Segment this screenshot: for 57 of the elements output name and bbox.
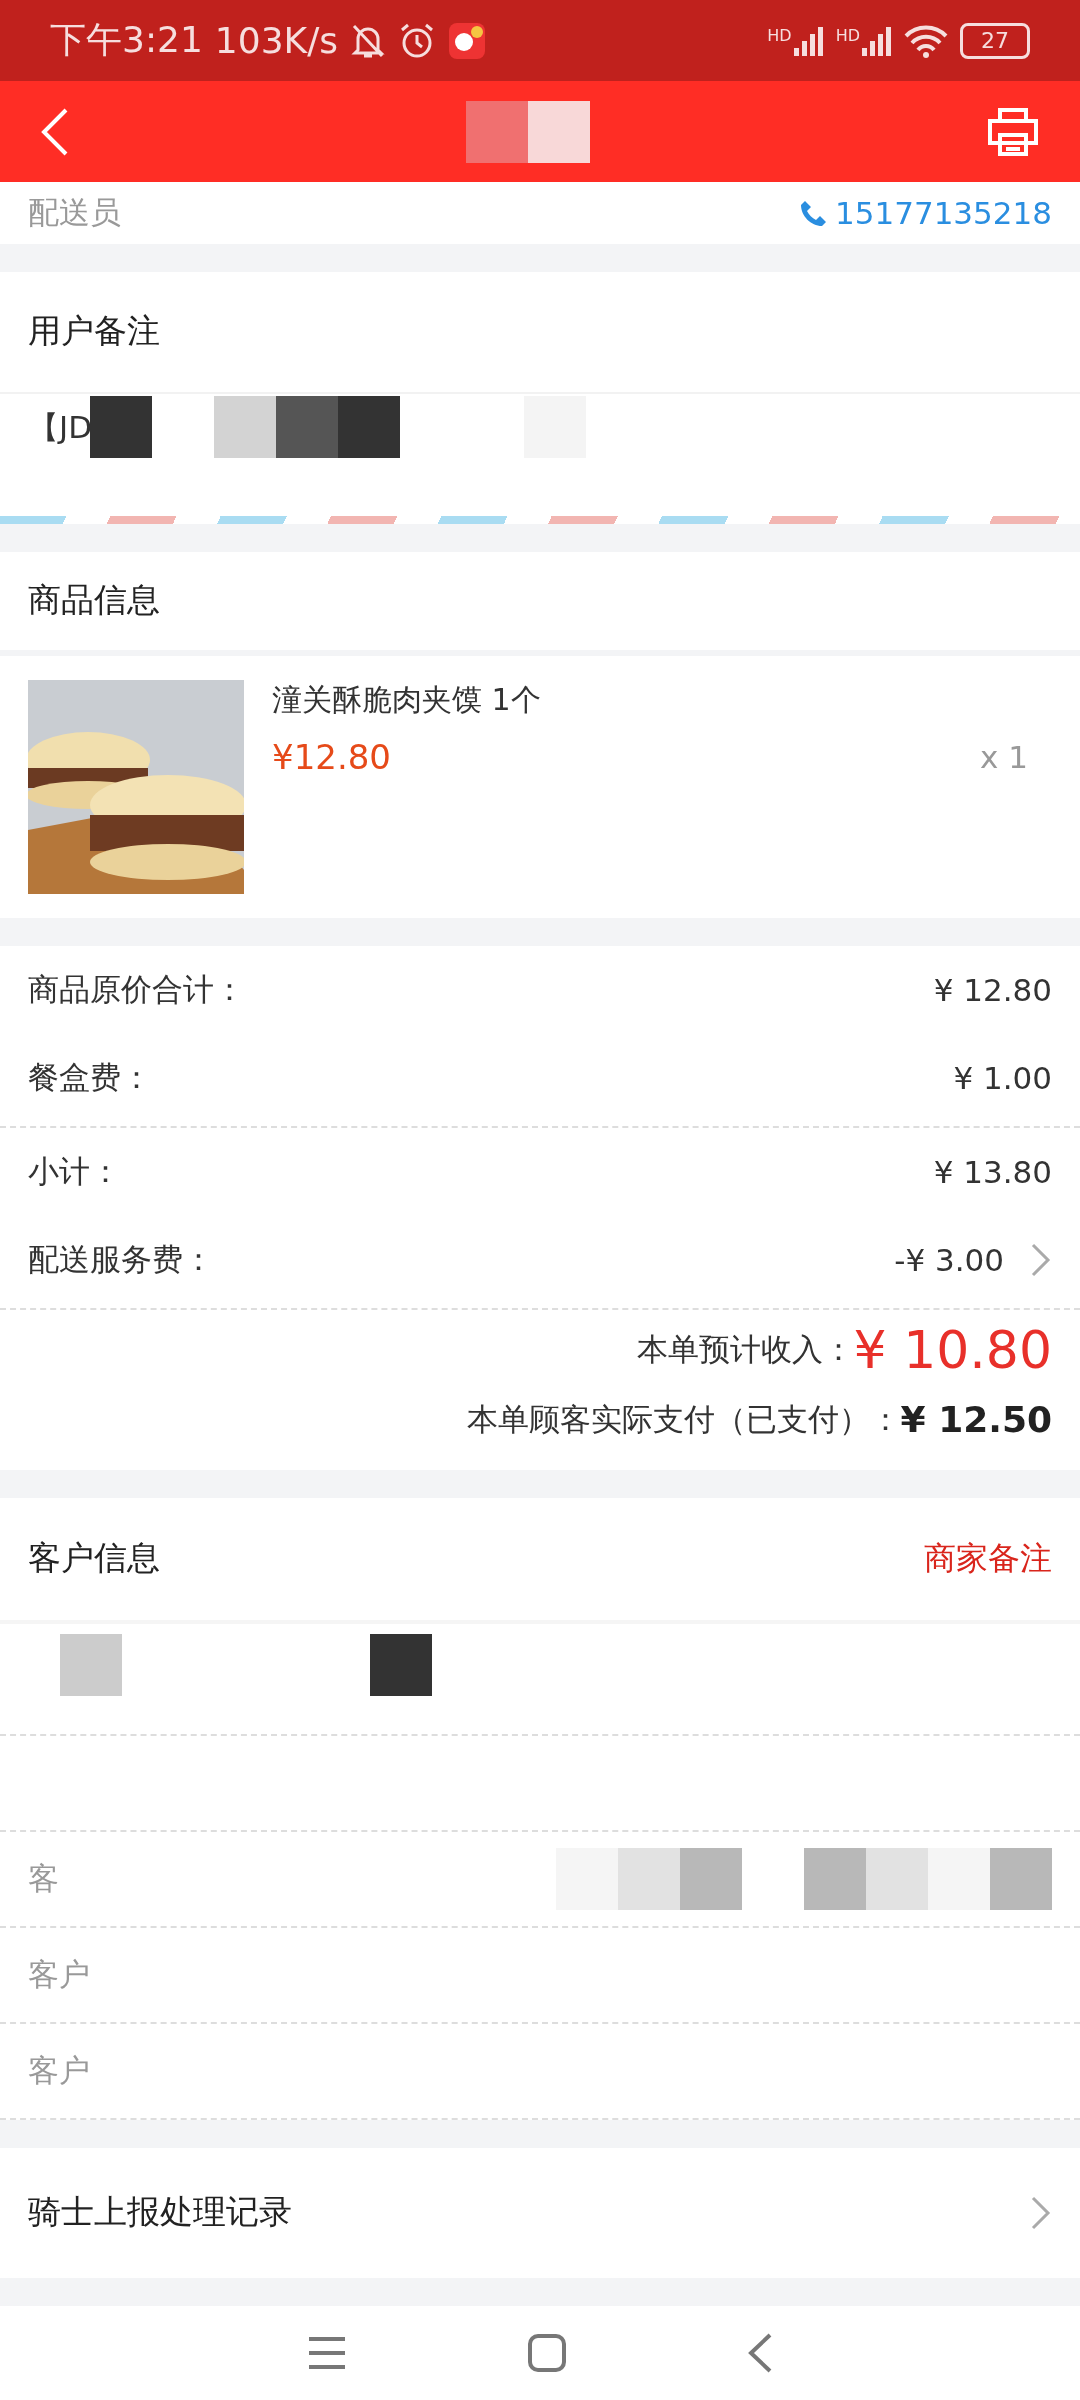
mosaic-block <box>990 1847 1052 1910</box>
status-time: 下午3:21 <box>50 18 203 63</box>
back-icon[interactable] <box>40 106 70 157</box>
mosaic-block <box>90 395 152 458</box>
network-speed: 103K/s <box>214 20 339 62</box>
fee-label: 餐盒费： <box>28 1057 152 1097</box>
summary-value: ¥ 12.50 <box>900 1399 1052 1441</box>
rider-report-link[interactable]: 骑士上报处理记录 <box>28 2190 292 2236</box>
section-title: 客户信息 <box>28 1537 160 1580</box>
section-title: 用户备注 <box>28 310 160 353</box>
home-icon[interactable] <box>527 2332 567 2373</box>
fee-label: 商品原价合计： <box>28 969 245 1009</box>
fee-label: 配送服务费： <box>28 1239 214 1279</box>
phone-link[interactable]: 15177135218 <box>835 194 1052 231</box>
fee-value: ¥ 1.00 <box>953 1059 1052 1096</box>
customer-field-label: 客 <box>28 1858 59 1898</box>
section-title: 商品信息 <box>28 579 160 622</box>
summary-label: 本单顾客实际支付（已支付）： <box>466 1399 901 1439</box>
back-icon[interactable] <box>747 2331 773 2374</box>
mosaic-block <box>466 100 528 163</box>
fee-value: ¥ 13.80 <box>933 1153 1052 1190</box>
chevron-icon <box>1030 1241 1052 1278</box>
fee-value: -¥ 3.00 <box>894 1241 1004 1278</box>
chevron-icon <box>1030 2194 1052 2231</box>
customer-field-label: 客户 <box>28 1954 90 1994</box>
printer-icon[interactable] <box>986 106 1040 157</box>
mosaic-block <box>60 1633 122 1696</box>
fee-value: ¥ 12.80 <box>933 971 1052 1008</box>
mosaic-block <box>680 1847 742 1910</box>
note-text: 【JD <box>28 407 90 447</box>
app-icon <box>448 21 487 60</box>
mosaic-block <box>370 1633 432 1696</box>
customer-field-label: 客户 <box>28 2050 90 2090</box>
product-name: 潼关酥脆肉夹馍 1个 <box>272 680 542 719</box>
courier-label: 配送员 <box>28 192 121 232</box>
mosaic-block <box>866 1847 928 1910</box>
signal-icon <box>793 25 824 56</box>
signal-icon <box>862 25 892 56</box>
mosaic-block <box>618 1847 680 1910</box>
hd-label: HD <box>835 25 860 45</box>
product-quantity: x 1 <box>980 738 1028 775</box>
fee-label: 小计： <box>28 1151 121 1191</box>
battery-icon: 27 <box>960 22 1030 59</box>
menu-icon[interactable] <box>307 2334 347 2371</box>
mosaic-block <box>804 1847 866 1910</box>
mosaic-block <box>528 100 590 163</box>
merchant-note-link[interactable]: 商家备注 <box>924 1536 1052 1581</box>
mosaic-block <box>338 395 400 458</box>
hd-label: HD <box>767 25 792 45</box>
wifi-icon <box>904 23 948 58</box>
mosaic-block <box>556 1847 618 1910</box>
product-price: ¥12.80 <box>272 736 391 777</box>
mosaic-block <box>214 395 276 458</box>
summary-value: ¥ 10.80 <box>853 1319 1052 1380</box>
mosaic-block <box>276 395 338 458</box>
mosaic-block <box>928 1847 990 1910</box>
summary-label: 本单预计收入： <box>636 1329 854 1369</box>
